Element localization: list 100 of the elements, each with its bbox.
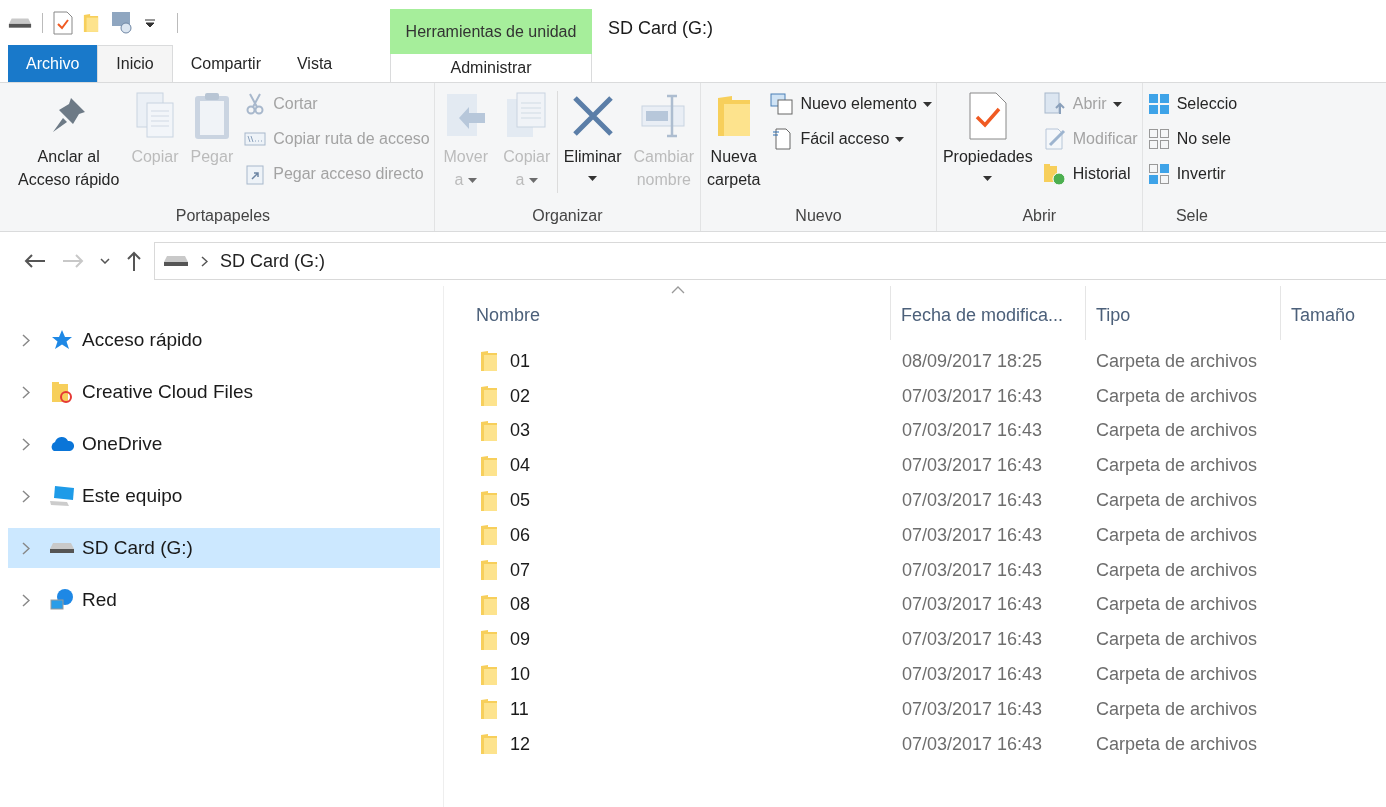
folder-icon bbox=[480, 420, 498, 442]
select-all-icon bbox=[1147, 93, 1170, 115]
table-cell: Carpeta de archivos bbox=[1096, 559, 1258, 580]
address-field[interactable]: SD Card (G:) bbox=[154, 242, 1386, 280]
file-name[interactable]: 12 bbox=[510, 730, 531, 758]
table-cell: 08/09/2017 18:25 bbox=[902, 350, 1043, 371]
caret-icon bbox=[528, 178, 538, 184]
file-name[interactable]: 06 bbox=[510, 521, 531, 549]
scissors-icon bbox=[245, 93, 266, 115]
navigation-item[interactable]: Acceso rápido bbox=[8, 320, 440, 360]
sort-up-icon bbox=[671, 286, 685, 294]
chevron-right-icon bbox=[201, 255, 208, 267]
ribbon-button[interactable]: Fácil acceso bbox=[770, 126, 932, 152]
group-label: Organizar bbox=[532, 206, 603, 226]
group-label: Sele bbox=[1175, 206, 1208, 226]
ribbon-button[interactable]: Anclar al Acceso rápido bbox=[12, 83, 126, 201]
chevron-right-icon bbox=[22, 333, 30, 347]
table-cell: 07/03/2017 16:43 bbox=[902, 490, 1043, 511]
navigation-item[interactable]: Creative Cloud Files bbox=[8, 372, 440, 412]
table-cell: 07/03/2017 16:43 bbox=[902, 420, 1043, 441]
ribbon-tab[interactable]: Archivo bbox=[8, 45, 98, 82]
ribbon-button[interactable]: Historial bbox=[1042, 161, 1138, 187]
table-cell: 07/03/2017 16:43 bbox=[902, 385, 1043, 406]
star-icon bbox=[51, 329, 73, 351]
file-name[interactable]: 05 bbox=[510, 487, 531, 515]
ribbon-button[interactable]: Eliminar bbox=[557, 83, 628, 201]
dropdown-icon[interactable] bbox=[145, 17, 155, 28]
cloud-icon bbox=[49, 436, 75, 452]
folder-icon bbox=[480, 559, 498, 582]
ribbon-button[interactable]: Invertir bbox=[1146, 161, 1238, 187]
rename-icon bbox=[639, 92, 688, 140]
context-tab-header: Herramientas de unidad bbox=[390, 9, 592, 54]
file-name[interactable]: 09 bbox=[510, 626, 531, 654]
ribbon-button[interactable]: Nueva carpeta bbox=[701, 83, 767, 201]
group-label: Nuevo bbox=[795, 206, 842, 226]
file-name[interactable]: 08 bbox=[510, 591, 531, 619]
path-icon bbox=[244, 132, 267, 146]
ribbon-button[interactable]: Seleccio bbox=[1146, 91, 1238, 117]
window-title: SD Card (G:) bbox=[608, 18, 713, 38]
caret-icon bbox=[467, 178, 477, 184]
file-name[interactable]: 04 bbox=[510, 452, 531, 480]
chevron-right-icon bbox=[22, 489, 30, 503]
edit-icon bbox=[1043, 127, 1066, 151]
caret-icon bbox=[922, 101, 932, 107]
folder-icon bbox=[480, 698, 498, 721]
caret-icon bbox=[895, 136, 905, 142]
table-cell: 07/03/2017 16:43 bbox=[902, 524, 1043, 545]
breadcrumb[interactable]: SD Card (G:) bbox=[220, 247, 325, 275]
chevron-right-icon bbox=[22, 593, 30, 607]
chevron-down-icon[interactable] bbox=[100, 258, 110, 264]
properties-icon[interactable] bbox=[53, 10, 73, 35]
table-cell: Carpeta de archivos bbox=[1096, 420, 1258, 441]
network-icon bbox=[50, 588, 74, 612]
table-cell: 07/03/2017 16:43 bbox=[902, 455, 1043, 476]
folder-icon bbox=[715, 93, 752, 139]
group-label: Portapapeles bbox=[175, 206, 271, 226]
column-header[interactable]: Tipo bbox=[1096, 305, 1131, 325]
navigation-item[interactable]: Este equipo bbox=[8, 476, 440, 516]
navigation-item[interactable]: Red bbox=[8, 580, 440, 620]
invert-selection-icon bbox=[1147, 163, 1170, 185]
back-arrow-icon[interactable] bbox=[24, 253, 46, 269]
ribbon-tab[interactable]: Compartir bbox=[172, 45, 279, 82]
file-name[interactable]: 03 bbox=[510, 417, 531, 445]
ribbon-tab[interactable]: Vista bbox=[278, 45, 351, 82]
column-header[interactable]: Tamaño bbox=[1291, 305, 1356, 325]
table-cell: Carpeta de archivos bbox=[1096, 455, 1258, 476]
delete-icon bbox=[570, 94, 615, 138]
chevron-right-icon bbox=[22, 385, 30, 399]
folder-icon bbox=[480, 733, 498, 756]
table-cell: 07/03/2017 16:43 bbox=[902, 733, 1043, 754]
table-cell: 07/03/2017 16:43 bbox=[902, 698, 1043, 719]
table-cell: Carpeta de archivos bbox=[1096, 698, 1258, 719]
table-cell: 07/03/2017 16:43 bbox=[902, 664, 1043, 685]
ribbon-button[interactable]: No sele bbox=[1146, 126, 1238, 152]
drive-icon bbox=[49, 542, 75, 554]
table-cell: Carpeta de archivos bbox=[1096, 490, 1258, 511]
file-name[interactable]: 01 bbox=[510, 347, 531, 375]
table-cell: 07/03/2017 16:43 bbox=[902, 559, 1043, 580]
table-cell: 07/03/2017 16:43 bbox=[902, 594, 1043, 615]
folder-icon bbox=[83, 11, 99, 34]
file-name[interactable]: 02 bbox=[510, 382, 531, 410]
drive-icon bbox=[163, 255, 189, 267]
ribbon-tab[interactable]: Inicio bbox=[97, 45, 173, 82]
folder-icon bbox=[480, 593, 498, 616]
ribbon-button[interactable]: Nuevo elemento bbox=[770, 91, 932, 117]
ribbon-tab[interactable]: Administrar bbox=[390, 54, 592, 82]
up-arrow-icon[interactable] bbox=[126, 251, 142, 271]
caret-icon bbox=[1112, 101, 1122, 107]
navigation-item[interactable]: SD Card (G:) bbox=[8, 528, 440, 568]
open-icon bbox=[1043, 92, 1066, 116]
ribbon-button[interactable]: Propiedades bbox=[936, 83, 1039, 201]
column-header[interactable]: Fecha de modifica... bbox=[901, 305, 1064, 325]
file-name[interactable]: 10 bbox=[510, 661, 531, 689]
column-header[interactable]: Nombre bbox=[476, 302, 541, 329]
folder-icon bbox=[480, 524, 498, 547]
file-name[interactable]: 11 bbox=[510, 695, 529, 723]
folder-icon bbox=[480, 350, 498, 373]
file-name[interactable]: 07 bbox=[510, 556, 531, 584]
table-cell: Carpeta de archivos bbox=[1096, 733, 1258, 754]
navigation-item[interactable]: OneDrive bbox=[8, 424, 440, 464]
